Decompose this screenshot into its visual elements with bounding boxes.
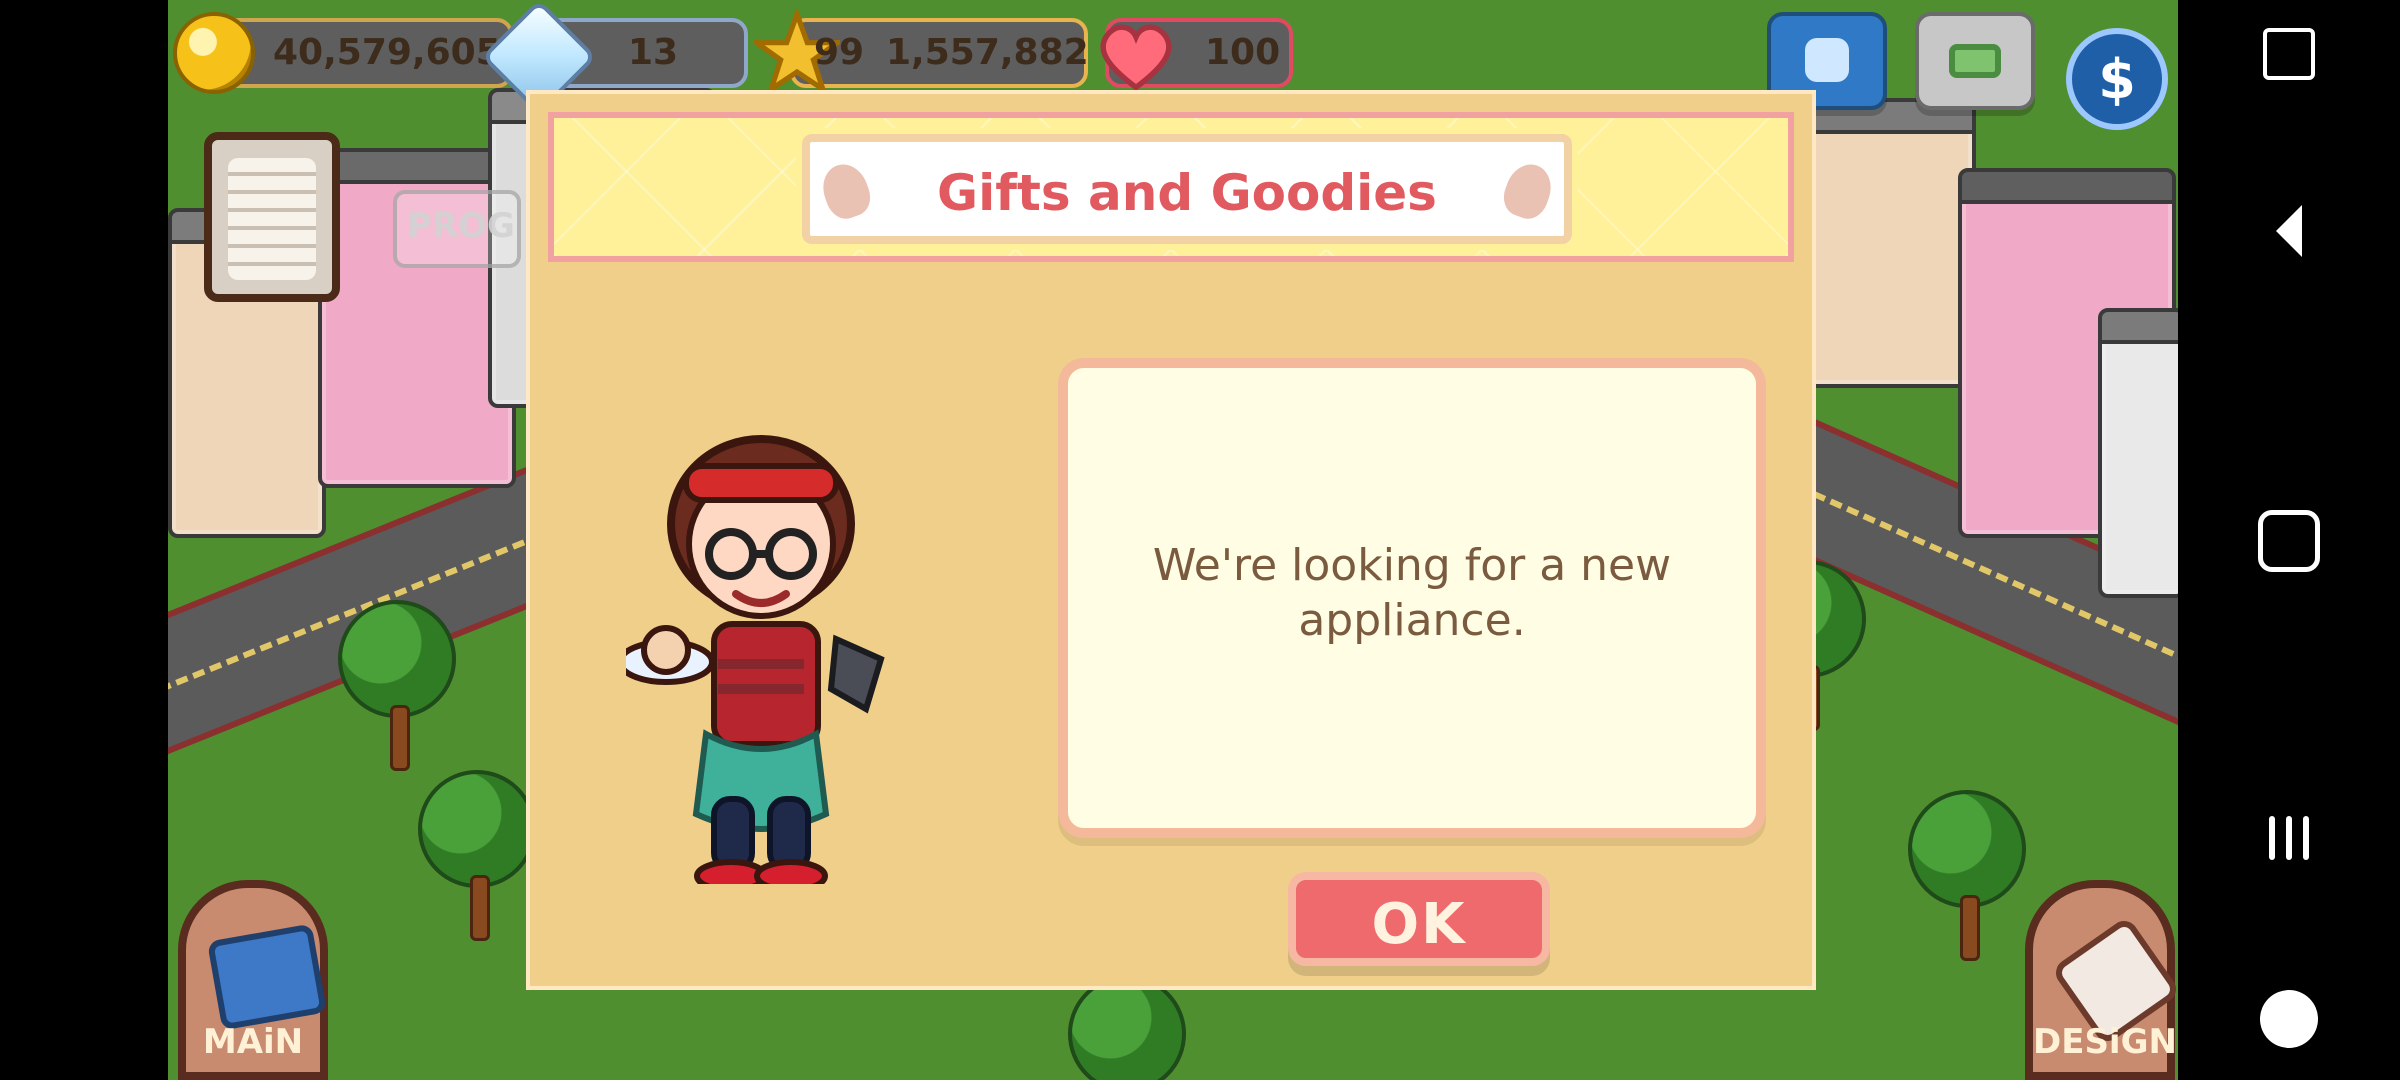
background-sign: PROG <box>393 190 521 268</box>
background-sign-text: PROG <box>407 206 515 246</box>
main-button-label: MAiN <box>202 1022 304 1062</box>
gems-value: 13 <box>628 32 679 73</box>
xp-value: 1,557,882 <box>886 32 1089 73</box>
hearts-counter[interactable]: 100 <box>1100 18 1293 91</box>
clipboard-button[interactable] <box>204 132 340 302</box>
level-value: 99 <box>814 32 865 73</box>
system-navbar <box>2178 0 2400 1080</box>
dollar-button[interactable]: $ <box>2066 28 2168 130</box>
heart-icon <box>1091 10 1181 100</box>
dialog-message: We're looking for a new appliance. <box>1152 540 1672 646</box>
coins-counter[interactable]: 40,579,605 <box>173 12 513 94</box>
xp-counter[interactable]: 99 1,557,882 <box>748 6 1089 96</box>
ok-button[interactable]: OK <box>1288 872 1550 966</box>
coins-value: 40,579,605 <box>273 32 501 73</box>
phone-icon <box>1805 38 1849 82</box>
recents-bar-3 <box>2303 816 2309 860</box>
coin-icon <box>173 12 255 94</box>
rotate-icon[interactable] <box>2263 28 2315 80</box>
dialog-banner: Gifts and Goodies <box>548 112 1794 262</box>
design-button[interactable]: DESiGN <box>2025 880 2182 1080</box>
recents-icon[interactable] <box>2263 812 2315 864</box>
ok-button-label: OK <box>1371 892 1467 957</box>
camera-icon <box>1949 44 2001 78</box>
gifts-dialog: Gifts and Goodies We're looking for a ne… <box>526 90 1816 990</box>
clipboard-icon <box>228 158 316 280</box>
main-button[interactable]: MAiN <box>178 880 328 1080</box>
recents-bar-2 <box>2286 816 2292 860</box>
title-plate: Gifts and Goodies <box>802 134 1572 244</box>
building-6 <box>2098 308 2178 598</box>
book-icon <box>206 923 328 1031</box>
building-4 <box>1788 98 1976 388</box>
gamepad-icon[interactable] <box>2260 990 2318 1048</box>
tree-4 <box>1908 790 2026 962</box>
hearts-value: 100 <box>1205 32 1281 73</box>
gems-counter[interactable]: 13 <box>481 0 748 115</box>
back-icon[interactable] <box>2276 205 2302 257</box>
character-illustration <box>617 414 896 893</box>
dialog-title: Gifts and Goodies <box>937 164 1437 222</box>
message-box: We're looking for a new appliance. <box>1058 358 1766 838</box>
home-icon[interactable] <box>2258 510 2320 572</box>
camera-button[interactable] <box>1915 12 2035 110</box>
dollar-icon: $ <box>2098 48 2136 111</box>
tree-5 <box>1068 975 1186 1080</box>
tree-2 <box>418 770 536 942</box>
recents-bar-1 <box>2269 816 2275 860</box>
tree-1 <box>338 600 456 772</box>
design-button-label: DESiGN <box>2033 1022 2177 1062</box>
